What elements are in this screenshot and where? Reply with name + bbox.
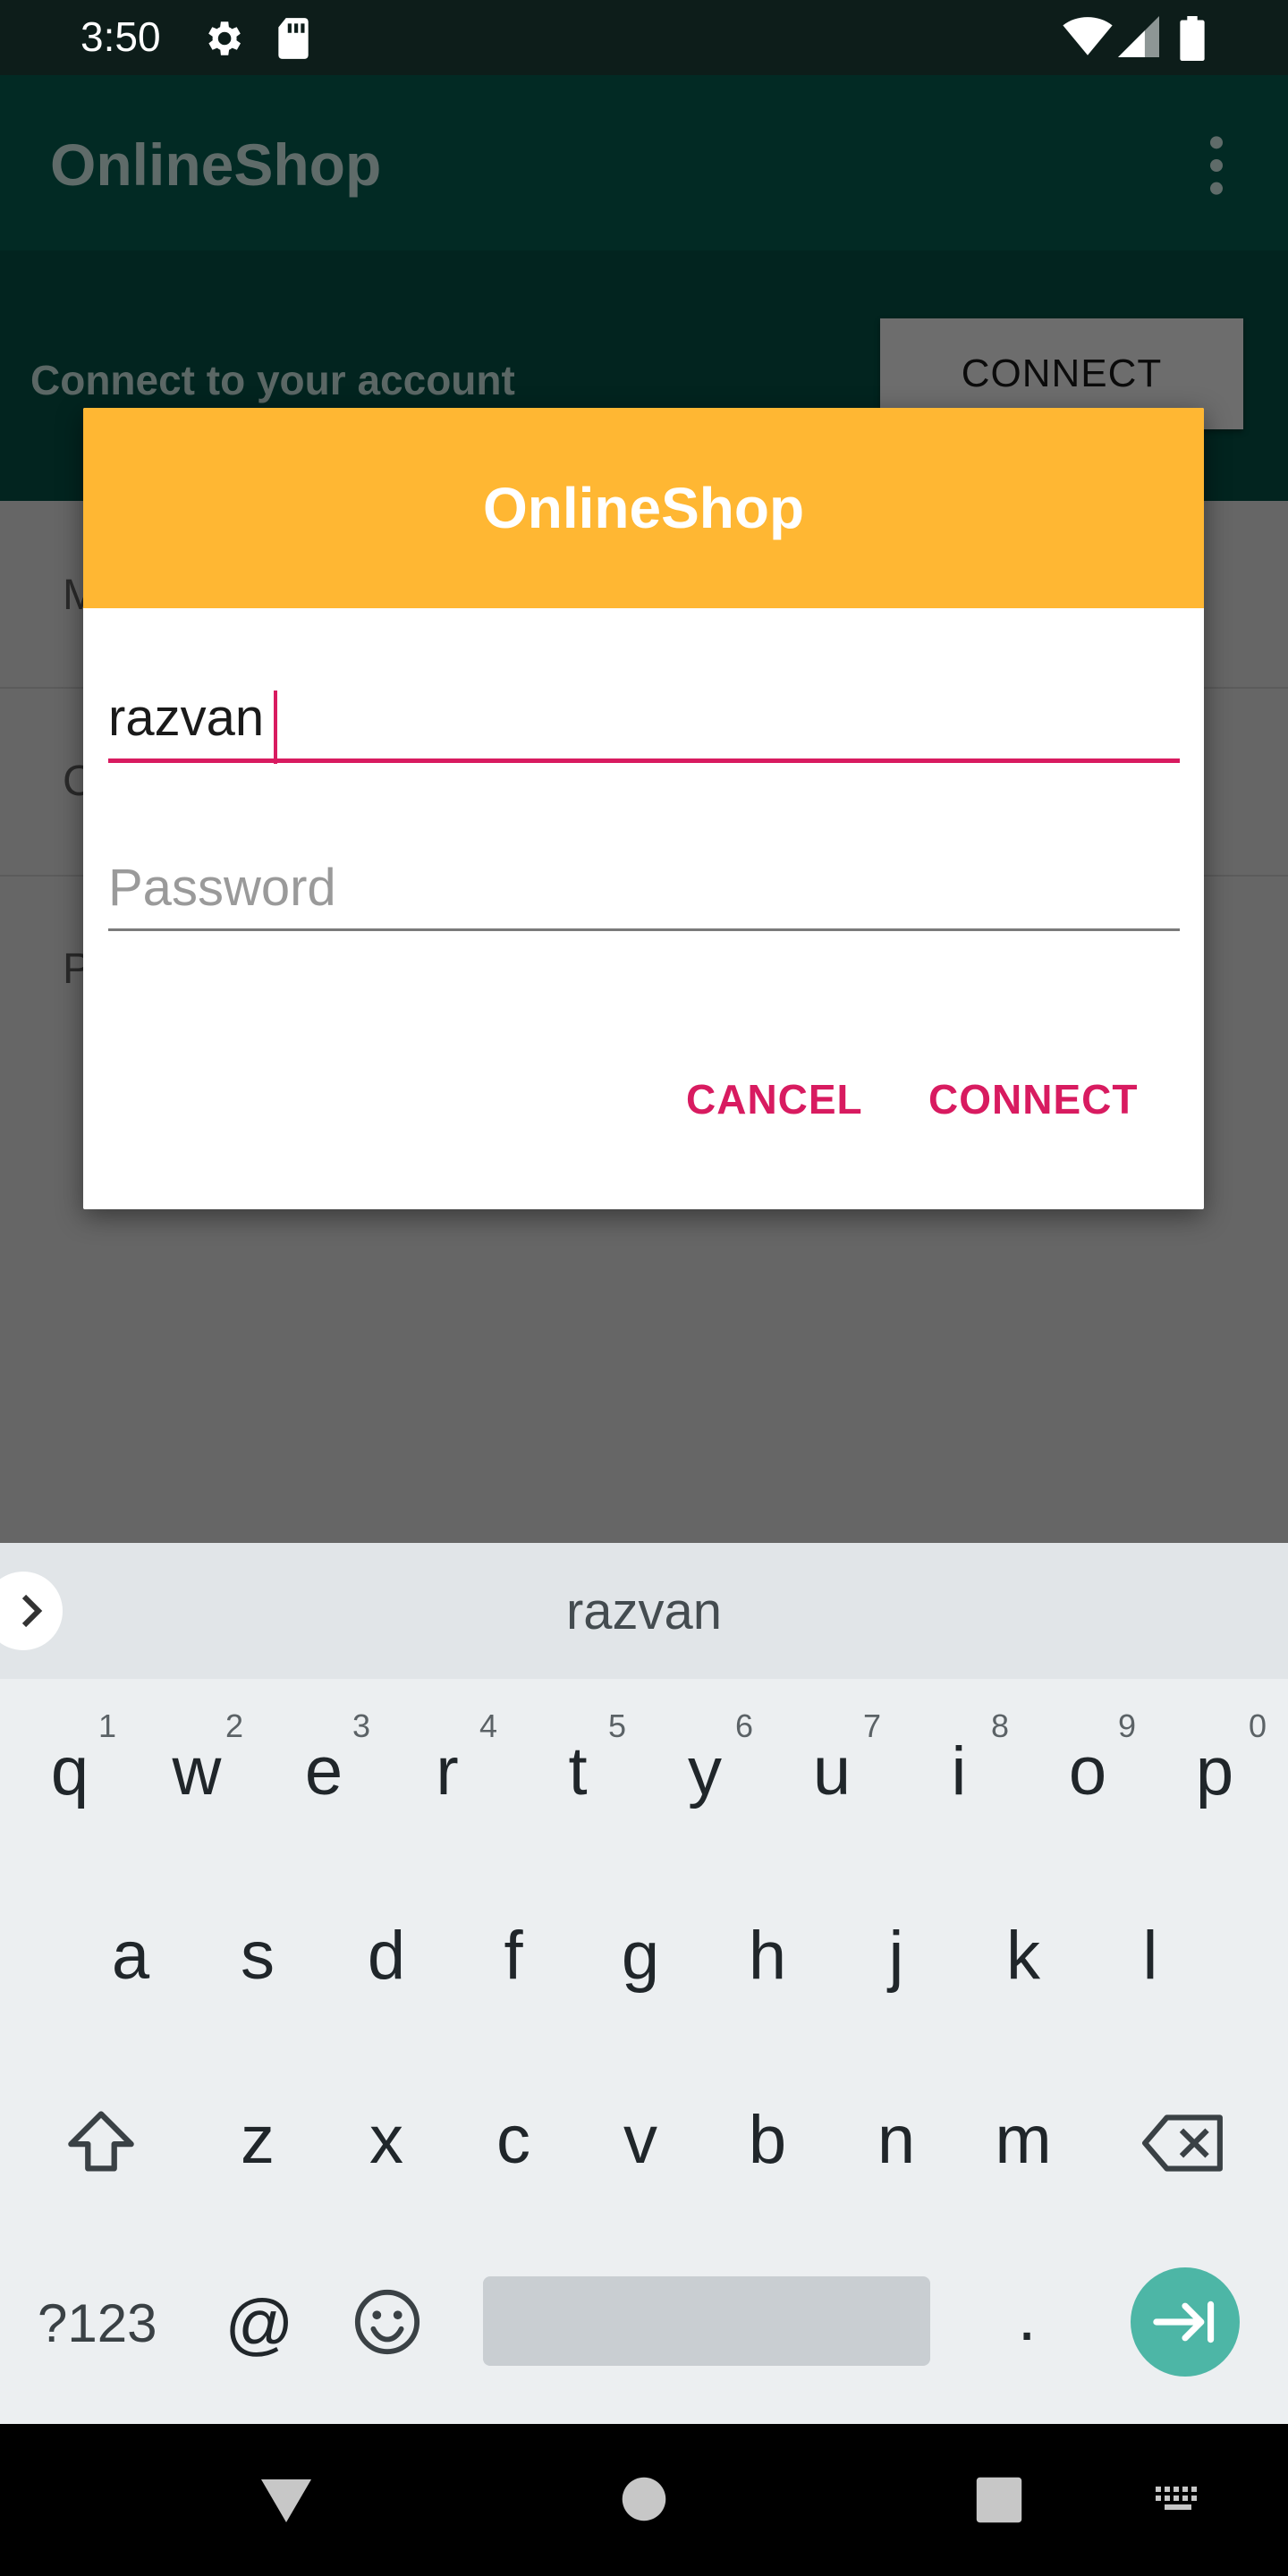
account-prompt: Connect to your account	[30, 357, 515, 403]
status-bar: 3:50	[0, 0, 1288, 75]
key-hint: 3	[352, 1707, 371, 1744]
navigation-bar	[0, 2424, 1288, 2576]
login-dialog: OnlineShop CANCEL CONNECT	[83, 408, 1204, 1209]
keyboard-switch-icon[interactable]	[1154, 2485, 1204, 2517]
key-s[interactable]: s	[213, 1917, 302, 1995]
key-f[interactable]: f	[469, 1917, 558, 1995]
battery-icon	[1180, 16, 1205, 61]
suggestion-word[interactable]: razvan	[0, 1543, 1288, 1679]
key-h[interactable]: h	[723, 1917, 812, 1995]
dialog-title: OnlineShop	[482, 476, 805, 540]
key-hint: 6	[734, 1707, 754, 1744]
backspace-icon[interactable]	[1141, 2112, 1225, 2174]
key-at[interactable]: @	[215, 2285, 304, 2363]
app-title: OnlineShop	[50, 131, 382, 198]
suggestion-bar: razvan	[0, 1543, 1288, 1679]
key-v[interactable]: v	[596, 2101, 685, 2179]
home-icon[interactable]	[621, 2476, 667, 2522]
key-z[interactable]: z	[213, 2101, 302, 2179]
wifi-icon	[1063, 17, 1113, 55]
symbols-key[interactable]: ?123	[38, 2292, 157, 2354]
key-l[interactable]: l	[1106, 1917, 1195, 1995]
username-input[interactable]	[108, 676, 1180, 763]
signal-icon	[1118, 16, 1159, 57]
connect-button[interactable]: CONNECT	[928, 1075, 1138, 1123]
key-b[interactable]: b	[723, 2101, 812, 2179]
key-hint: 9	[1117, 1707, 1137, 1744]
emoji-icon[interactable]	[352, 2287, 422, 2357]
key-hint: 7	[862, 1707, 882, 1744]
text-cursor	[274, 691, 277, 764]
keyboard: razvan q 1 w 2 e 3 r 4 t 5 y 6 u 7 i 8 o…	[0, 1543, 1288, 2424]
enter-key[interactable]	[1131, 2267, 1240, 2377]
sd-card-icon	[278, 18, 309, 59]
key-k[interactable]: k	[979, 1917, 1068, 1995]
key-hint: 8	[990, 1707, 1010, 1744]
key-d[interactable]: d	[342, 1917, 431, 1995]
key-hint: 4	[479, 1707, 498, 1744]
key-a[interactable]: a	[86, 1917, 175, 1995]
space-key[interactable]	[483, 2276, 930, 2366]
key-m[interactable]: m	[979, 2101, 1068, 2179]
shift-icon[interactable]	[63, 2105, 140, 2180]
key-hint: 0	[1248, 1707, 1267, 1744]
key-hint: 5	[607, 1707, 627, 1744]
cancel-button[interactable]: CANCEL	[686, 1075, 863, 1123]
key-c[interactable]: c	[469, 2101, 558, 2179]
key-g[interactable]: g	[596, 1917, 685, 1995]
key-period[interactable]: .	[982, 2278, 1072, 2356]
back-icon[interactable]	[259, 2476, 313, 2526]
key-hint: 1	[97, 1707, 117, 1744]
key-j[interactable]: j	[852, 1917, 941, 1995]
recents-icon[interactable]	[975, 2476, 1023, 2524]
password-input[interactable]	[108, 846, 1180, 931]
key-hint: 2	[225, 1707, 244, 1744]
status-time: 3:50	[80, 13, 161, 60]
key-row-4: ?123 @ .	[0, 1543, 1288, 2377]
gear-icon	[208, 21, 241, 55]
key-x[interactable]: x	[342, 2101, 431, 2179]
next-arrow-icon	[1153, 2301, 1215, 2343]
key-n[interactable]: n	[852, 2101, 941, 2179]
overflow-menu-icon[interactable]	[1199, 134, 1234, 197]
